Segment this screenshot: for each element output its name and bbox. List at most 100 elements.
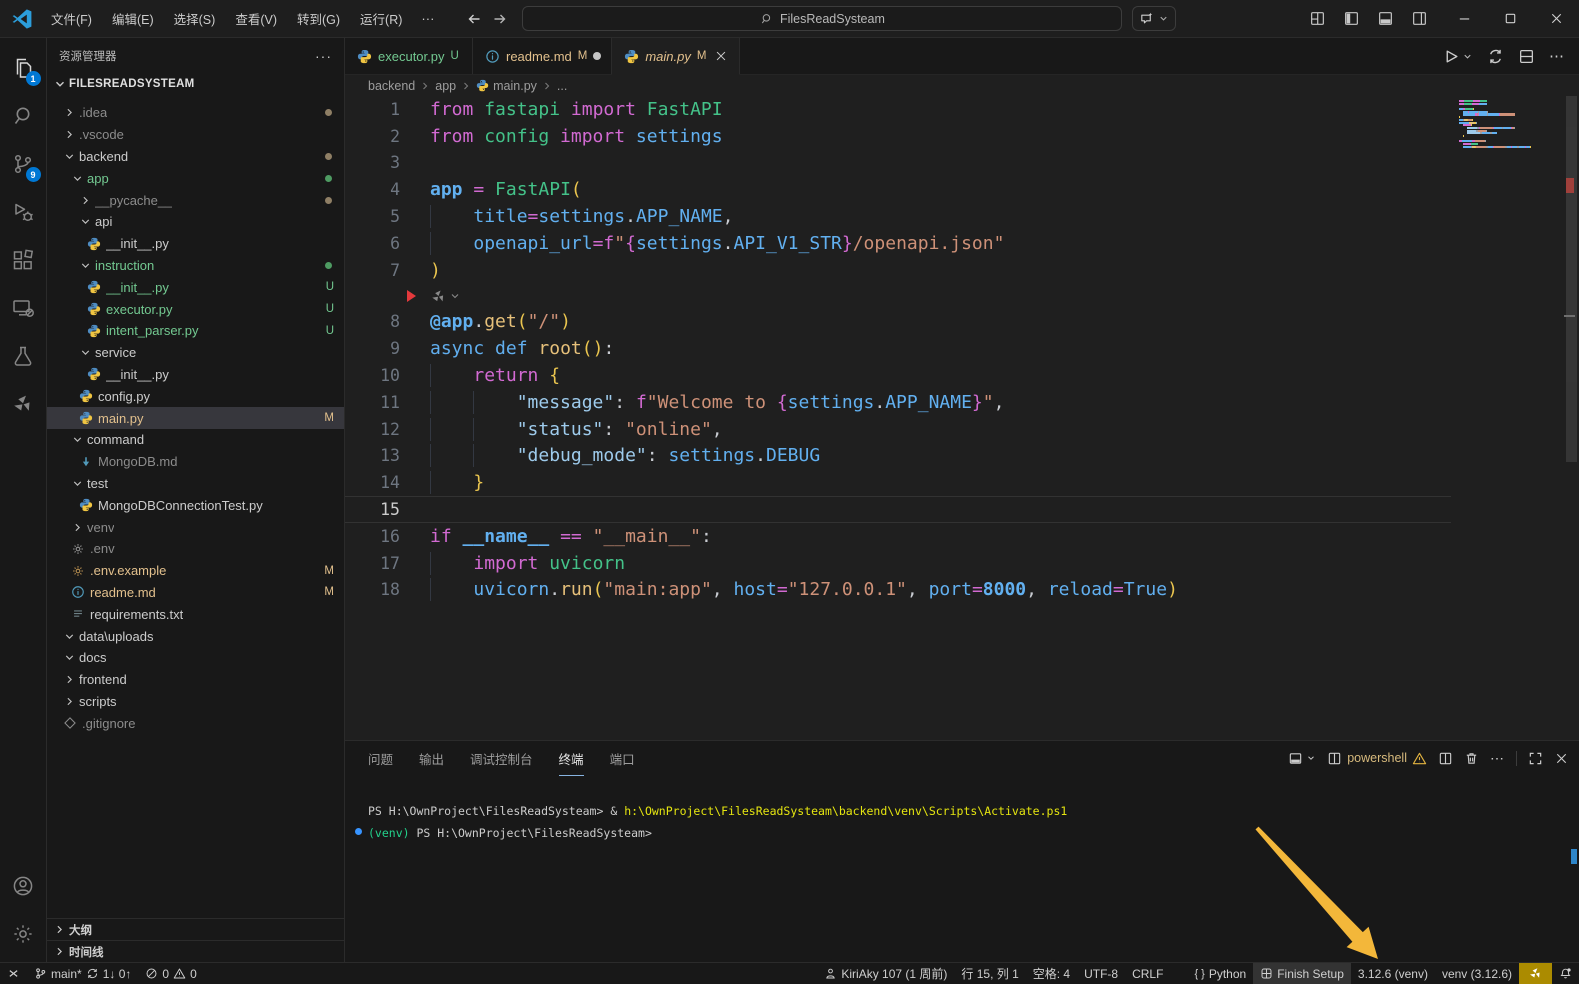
activity-bar-source-control[interactable]: 9 <box>0 140 47 188</box>
panel-tab-输出[interactable]: 输出 <box>419 741 444 776</box>
forward-icon[interactable] <box>492 11 508 27</box>
tree-item-app[interactable]: app <box>47 167 344 189</box>
terminal[interactable]: PS H:\OwnProject\FilesReadSysteam> & h:\… <box>355 801 1579 844</box>
tab-main.py[interactable]: main.pyM <box>612 38 740 75</box>
breadcrumb[interactable]: backend app main.py... <box>345 75 1579 96</box>
tree-item-requirements.txt[interactable]: requirements.txt <box>47 603 344 625</box>
close-panel-icon[interactable] <box>1554 751 1569 766</box>
activity-bar-search[interactable] <box>0 92 47 140</box>
menu-选择[interactable]: 选择(S) <box>165 5 225 32</box>
menubar-more[interactable]: ··· <box>411 7 444 30</box>
tree-item-config.py[interactable]: config.py <box>47 385 344 407</box>
language-mode[interactable]: { }Python <box>1170 963 1253 984</box>
back-icon[interactable] <box>466 11 482 27</box>
eol[interactable]: CRLF <box>1125 963 1170 984</box>
toggle-panel-icon[interactable] <box>1371 6 1399 32</box>
tree-item-readme.md[interactable]: readme.mdM <box>47 582 344 604</box>
activity-bar-testing[interactable] <box>0 332 47 380</box>
python-interpreter[interactable]: 3.12.6 (venv) <box>1351 963 1435 984</box>
finish-setup[interactable]: Finish Setup <box>1253 963 1351 984</box>
indentation[interactable]: 空格: 4 <box>1026 963 1077 984</box>
tree-item-__init__.py[interactable]: __init__.py <box>47 364 344 386</box>
breadcrumb-item[interactable]: ... <box>557 79 567 93</box>
tree-item-.vscode[interactable]: .vscode <box>47 124 344 146</box>
python-env[interactable]: venv (3.12.6) <box>1435 963 1519 984</box>
tree-item-intent_parser.py[interactable]: intent_parser.pyU <box>47 320 344 342</box>
menu-转到[interactable]: 转到(G) <box>288 5 349 32</box>
notifications[interactable] <box>1552 963 1579 984</box>
activity-bar-remote-explorer[interactable] <box>0 284 47 332</box>
kill-terminal-icon[interactable] <box>1464 751 1479 766</box>
activity-bar-roo-code[interactable] <box>0 380 47 428</box>
maximize-panel-icon[interactable] <box>1528 751 1543 766</box>
tree-item-main.py[interactable]: main.pyM <box>47 407 344 429</box>
activity-bar-accounts[interactable] <box>0 862 47 910</box>
run-python-file-button[interactable] <box>1443 48 1473 65</box>
tree-item-instruction[interactable]: instruction <box>47 255 344 277</box>
breadcrumb-item[interactable]: app <box>435 79 456 93</box>
terminal-tab-powershell[interactable]: powershell <box>1327 751 1427 766</box>
tree-item-api[interactable]: api <box>47 211 344 233</box>
menu-文件[interactable]: 文件(F) <box>42 5 101 32</box>
editor-scrollbar[interactable] <box>1566 96 1577 462</box>
encoding[interactable]: UTF-8 <box>1077 963 1125 984</box>
activity-bar-manage[interactable] <box>0 910 47 958</box>
tree-item-backend[interactable]: backend <box>47 146 344 168</box>
copilot-button[interactable] <box>1132 6 1176 31</box>
menu-编辑[interactable]: 编辑(E) <box>103 5 163 32</box>
tree-item-executor.py[interactable]: executor.pyU <box>47 298 344 320</box>
tree-item-test[interactable]: test <box>47 473 344 495</box>
more-actions-icon[interactable]: ⋯ <box>1490 750 1505 767</box>
compare-changes-icon[interactable] <box>1487 48 1504 65</box>
tree-item-frontend[interactable]: frontend <box>47 669 344 691</box>
menu-运行[interactable]: 运行(R) <box>351 5 411 32</box>
cursor-position[interactable]: 行 15, 列 1 <box>954 963 1025 984</box>
panel-tab-问题[interactable]: 问题 <box>368 741 393 776</box>
close-window-button[interactable] <box>1533 0 1579 38</box>
more-actions-icon[interactable]: ⋯ <box>1549 47 1565 65</box>
sidebar-section-时间线[interactable]: 时间线 <box>47 940 344 962</box>
split-terminal-icon[interactable] <box>1438 751 1453 766</box>
activity-bar-run-and-debug[interactable] <box>0 188 47 236</box>
tree-item-__pycache__[interactable]: __pycache__ <box>47 189 344 211</box>
minimize-button[interactable] <box>1441 0 1487 38</box>
tree-item-.env.example[interactable]: .env.exampleM <box>47 560 344 582</box>
tree-item-MongoDB.md[interactable]: MongoDB.md <box>47 451 344 473</box>
launch-profile-button[interactable] <box>1288 751 1316 766</box>
remote-indicator[interactable] <box>0 963 27 984</box>
tree-item-command[interactable]: command <box>47 429 344 451</box>
minimap[interactable] <box>1459 100 1563 148</box>
git-branch-status[interactable]: main*1↓ 0↑ <box>27 963 138 984</box>
tree-item-service[interactable]: service <box>47 342 344 364</box>
split-editor-icon[interactable] <box>1518 48 1535 65</box>
tree-item-data\uploads[interactable]: data\uploads <box>47 625 344 647</box>
chevron-down-icon[interactable] <box>449 290 461 302</box>
roo-code[interactable] <box>1519 963 1552 984</box>
roo-codelens-icon[interactable] <box>430 288 447 305</box>
tree-item-.gitignore[interactable]: .gitignore <box>47 712 344 734</box>
panel-tab-终端[interactable]: 终端 <box>559 741 584 776</box>
tree-item-scripts[interactable]: scripts <box>47 691 344 713</box>
tab-executor.py[interactable]: executor.pyU <box>345 38 473 74</box>
tab-readme.md[interactable]: readme.mdM <box>473 38 612 74</box>
toggle-secondary-sidebar-icon[interactable] <box>1405 6 1433 32</box>
problems-status[interactable]: 00 <box>138 963 203 984</box>
panel-tab-调试控制台[interactable]: 调试控制台 <box>470 741 533 776</box>
dirty-dot-icon[interactable] <box>593 52 601 60</box>
close-tab-icon[interactable] <box>714 49 728 63</box>
tree-item-venv[interactable]: venv <box>47 516 344 538</box>
menu-查看[interactable]: 查看(V) <box>226 5 286 32</box>
toggle-primary-sidebar-icon[interactable] <box>1337 6 1365 32</box>
explorer-more-actions-icon[interactable]: ··· <box>315 48 332 64</box>
tree-item-docs[interactable]: docs <box>47 647 344 669</box>
activity-bar-explorer[interactable]: 1 <box>0 44 47 92</box>
explorer-root-folder[interactable]: FILESREADSYSTEAM <box>47 73 344 95</box>
code-editor[interactable]: 1from fastapi import FastAPI2from config… <box>345 96 1579 740</box>
git-blame[interactable]: KiriAky 107 (1 周前) <box>817 963 954 984</box>
command-center-search[interactable]: FilesReadSysteam <box>522 6 1122 31</box>
customize-layout-icon[interactable] <box>1303 6 1331 32</box>
breadcrumb-item[interactable]: backend <box>368 79 415 93</box>
breadcrumb-item[interactable]: main.py <box>493 79 537 93</box>
tree-item-.env[interactable]: .env <box>47 538 344 560</box>
tree-item-MongoDBConnectionTest.py[interactable]: MongoDBConnectionTest.py <box>47 494 344 516</box>
